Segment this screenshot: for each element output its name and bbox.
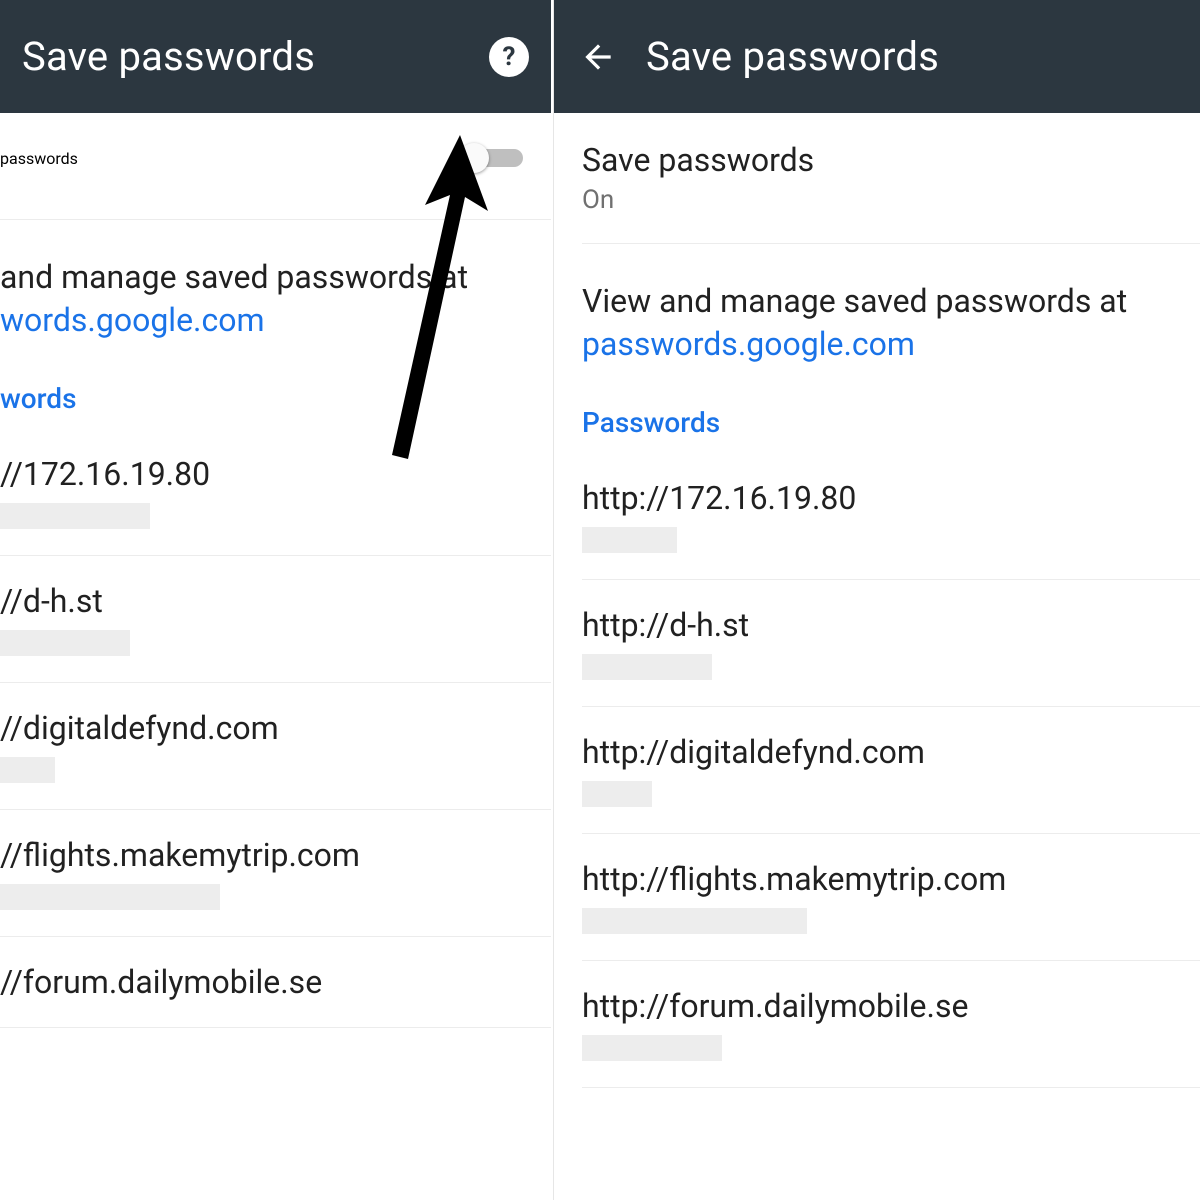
site-url: http://172.16.19.80 xyxy=(582,479,1172,517)
site-url: //flights.makemytrip.com xyxy=(0,836,523,874)
redacted-username xyxy=(582,654,712,680)
info-prefix: View and manage saved passwords at xyxy=(582,282,1127,320)
save-passwords-toggle-row[interactable]: passwords xyxy=(0,113,551,220)
passwords-google-link[interactable]: passwords.google.com xyxy=(582,325,915,363)
switch-thumb xyxy=(459,143,489,173)
password-entry[interactable]: http://172.16.19.80 xyxy=(582,453,1200,580)
arrow-left-icon xyxy=(579,38,617,76)
site-url: //digitaldefynd.com xyxy=(0,709,523,747)
site-url: http://d-h.st xyxy=(582,606,1172,644)
site-url: http://flights.makemytrip.com xyxy=(582,860,1172,898)
password-entry[interactable]: //172.16.19.80 xyxy=(0,429,551,556)
password-entry[interactable]: http://digitaldefynd.com xyxy=(582,707,1200,834)
help-button[interactable]: ? xyxy=(489,37,529,77)
password-entry[interactable]: http://flights.makemytrip.com xyxy=(582,834,1200,961)
appbar-title: Save passwords xyxy=(646,33,939,80)
passwords-section-label: Passwords xyxy=(582,366,1172,443)
redacted-username xyxy=(0,503,150,529)
site-url: http://digitaldefynd.com xyxy=(582,733,1172,771)
passwords-list: //172.16.19.80 //d-h.st //digitaldefynd.co… xyxy=(0,429,551,1028)
pane-right: Save passwords Save passwords On View an… xyxy=(553,0,1200,1200)
redacted-username xyxy=(0,884,220,910)
password-entry[interactable]: http://d-h.st xyxy=(582,580,1200,707)
password-entry[interactable]: //forum.dailymobile.se xyxy=(0,937,551,1028)
appbar-right: Save passwords xyxy=(554,0,1200,113)
passwords-google-link[interactable]: words.google.com xyxy=(0,301,265,339)
redacted-username xyxy=(582,908,807,934)
site-url: //172.16.19.80 xyxy=(0,455,523,493)
manage-passwords-info: View and manage saved passwords at passw… xyxy=(582,244,1200,453)
redacted-username xyxy=(582,781,652,807)
password-entry[interactable]: //d-h.st xyxy=(0,556,551,683)
manage-passwords-info: and manage saved passwords at words.goog… xyxy=(0,220,551,429)
back-button[interactable] xyxy=(576,35,620,79)
redacted-username xyxy=(582,527,677,553)
password-entry[interactable]: http://forum.dailymobile.se xyxy=(582,961,1200,1088)
site-url: http://forum.dailymobile.se xyxy=(582,987,1172,1025)
info-prefix: and manage saved passwords at xyxy=(0,258,468,296)
passwords-section-label: words xyxy=(0,342,523,419)
password-entry[interactable]: //digitaldefynd.com xyxy=(0,683,551,810)
passwords-list: http://172.16.19.80 http://d-h.st http://d… xyxy=(582,453,1200,1088)
toggle-label: passwords xyxy=(0,149,78,168)
redacted-username xyxy=(0,757,55,783)
save-passwords-toggle-row[interactable]: Save passwords On xyxy=(582,113,1200,244)
pane-left: Save passwords ? passwords and manage sa… xyxy=(0,0,551,1200)
redacted-username xyxy=(0,630,130,656)
site-url: //d-h.st xyxy=(0,582,523,620)
redacted-username xyxy=(582,1035,722,1061)
site-url: //forum.dailymobile.se xyxy=(0,963,523,1001)
help-icon: ? xyxy=(489,37,529,77)
password-entry[interactable]: //flights.makemytrip.com xyxy=(0,810,551,937)
appbar-title: Save passwords xyxy=(22,33,315,80)
toggle-label: Save passwords xyxy=(582,141,1172,179)
toggle-switch-off[interactable] xyxy=(459,143,523,173)
appbar-left: Save passwords ? xyxy=(0,0,551,113)
toggle-status: On xyxy=(582,185,1172,215)
